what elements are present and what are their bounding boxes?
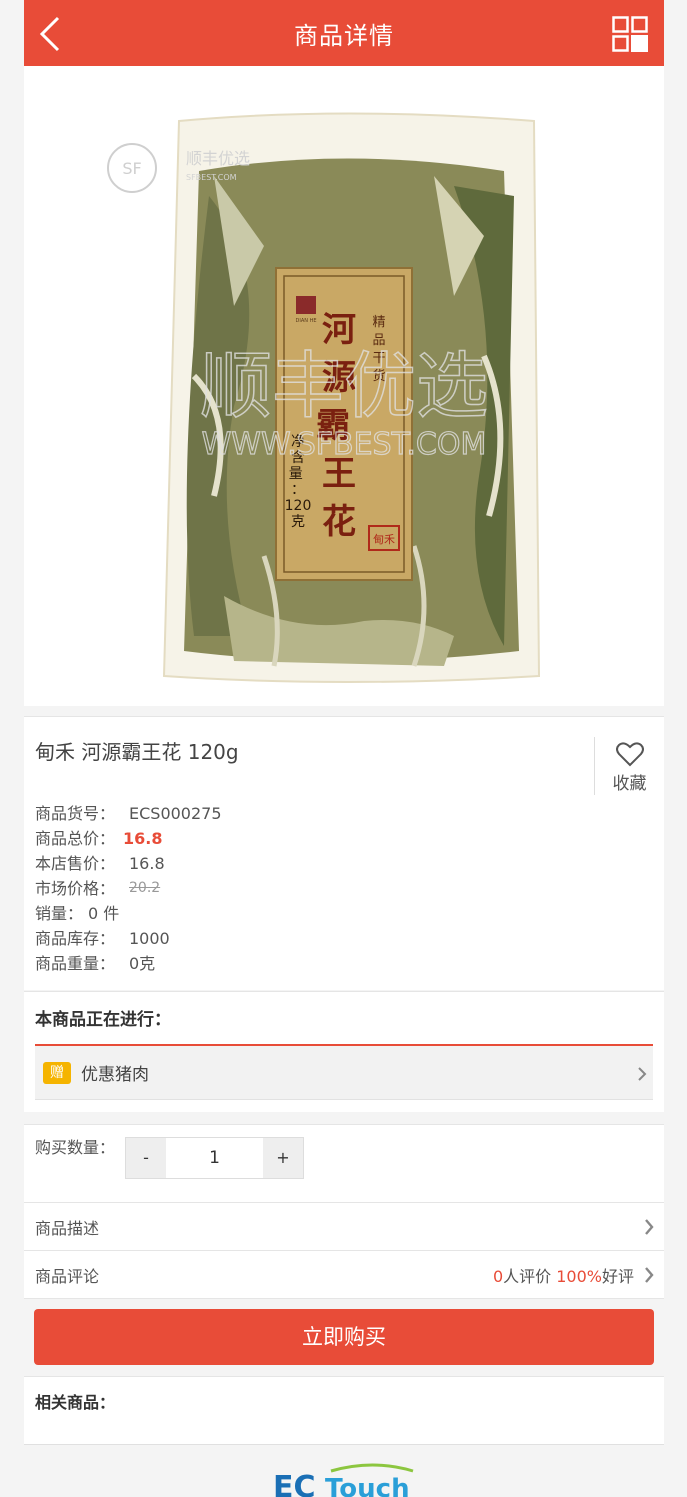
spec-label: 商品货号： <box>35 804 116 823</box>
good-rate: 100% <box>556 1266 602 1286</box>
quantity-label: 购买数量： <box>35 1138 116 1157</box>
chevron-right-icon <box>645 1267 654 1283</box>
spec-value: 16.8 <box>129 854 165 873</box>
reviews-label: 商品评论 <box>35 1266 100 1286</box>
increase-button[interactable]: + <box>263 1138 303 1178</box>
description-label: 商品描述 <box>35 1218 100 1238</box>
spec-label: 销量： <box>35 904 84 923</box>
quantity-stepper[interactable]: - 1 + <box>125 1137 304 1179</box>
spec-label: 商品重量： <box>35 954 116 973</box>
chevron-right-icon <box>645 1219 654 1235</box>
heart-icon <box>615 742 644 767</box>
related-products: 相关商品： <box>24 1376 664 1444</box>
svg-text:甸禾: 甸禾 <box>373 533 395 546</box>
promotion-item[interactable]: 赠 优惠猪肉 <box>35 1046 653 1100</box>
spec-row-total-price: 商品总价： 16.8 <box>35 826 653 851</box>
spec-label: 商品库存： <box>35 929 116 948</box>
review-summary: 0人评价 100%好评 <box>493 1263 634 1287</box>
spec-label: 商品总价： <box>35 829 116 848</box>
svg-text:SFBEST.COM: SFBEST.COM <box>186 173 237 182</box>
product-name: 甸禾 河源霸王花 120g <box>35 740 239 764</box>
spec-value: 0克 <box>129 954 156 973</box>
related-title: 相关商品： <box>35 1393 116 1412</box>
spec-row-sales: 销量： 0 件 <box>35 901 653 926</box>
spec-row-stock: 商品库存： 1000 <box>35 926 653 951</box>
spec-label: 本店售价： <box>35 854 116 873</box>
market-price: 20.2 <box>129 880 161 896</box>
review-count: 0 <box>492 1266 504 1286</box>
good-rate-suffix: 好评 <box>601 1266 634 1286</box>
promotion-section: 本商品正在进行： 赠 优惠猪肉 <box>24 991 664 1112</box>
header-bar: 商品详情 <box>24 0 664 66</box>
description-row[interactable]: 商品描述 <box>24 1202 664 1250</box>
page-title: 商品详情 <box>294 21 394 50</box>
svg-text:顺丰优选: 顺丰优选 <box>186 149 250 168</box>
chevron-left-icon <box>39 16 60 52</box>
product-info: 甸禾 河源霸王花 120g 收藏 商品货号： ECS000275 商品总价： 1… <box>24 716 664 990</box>
total-price: 16.8 <box>123 829 163 848</box>
ectouch-logo: EC Touch <box>273 1463 414 1497</box>
spec-row-sku: 商品货号： ECS000275 <box>35 801 653 826</box>
spec-label: 市场价格： <box>35 879 116 898</box>
product-detail-page: 商品详情 DIAN HE 河源霸 王花 精品干货 净含量 ： 120 克 甸禾 … <box>24 0 664 1497</box>
chevron-right-icon <box>638 1067 647 1081</box>
spec-row-weight: 商品重量： 0克 <box>35 951 653 976</box>
spec-value: ECS000275 <box>129 804 222 823</box>
spec-row-shop-price: 本店售价： 16.8 <box>35 851 653 876</box>
review-count-suffix: 人评价 <box>503 1266 552 1286</box>
product-image-gallery[interactable]: DIAN HE 河源霸 王花 精品干货 净含量 ： 120 克 甸禾 SF 顺丰优选… <box>24 66 664 749</box>
svg-text:WWW.SFBEST.COM: WWW.SFBEST.COM <box>202 427 487 462</box>
menu-button[interactable] <box>612 16 648 52</box>
svg-text:SF: SF <box>122 159 141 178</box>
promotion-item-label: 优惠猪肉 <box>81 1065 149 1085</box>
quantity-section: 购买数量： - 1 + <box>24 1124 664 1202</box>
buy-section: 立即购买 <box>24 1298 664 1376</box>
buy-now-button[interactable]: 立即购买 <box>34 1309 654 1365</box>
logo-ec: EC <box>273 1470 316 1497</box>
spec-row-market-price: 市场价格： 20.2 <box>35 876 653 901</box>
gift-badge: 赠 <box>43 1061 71 1084</box>
product-specs: 商品货号： ECS000275 商品总价： 16.8 本店售价： 16.8 市场… <box>35 801 653 976</box>
spec-value: 1000 <box>129 929 170 948</box>
back-button[interactable] <box>36 14 66 54</box>
svg-text:顺丰优选: 顺丰优选 <box>200 344 488 428</box>
decrease-button[interactable]: - <box>126 1138 166 1178</box>
product-image: DIAN HE 河源霸 王花 精品干货 净含量 ： 120 克 甸禾 SF 顺丰优选… <box>34 76 654 696</box>
promotion-title: 本商品正在进行： <box>35 992 653 1046</box>
reviews-row[interactable]: 商品评论 0人评价 100%好评 <box>24 1250 664 1298</box>
footer: EC Touch <box>24 1444 664 1497</box>
spec-value: 0 件 <box>88 904 120 923</box>
grid-menu-icon <box>612 16 648 52</box>
favorite-button[interactable]: 收藏 <box>594 737 664 795</box>
svg-text:DIAN HE: DIAN HE <box>296 318 317 324</box>
favorite-label: 收藏 <box>612 774 647 794</box>
quantity-input[interactable]: 1 <box>166 1138 263 1178</box>
logo-touch: Touch <box>325 1474 410 1497</box>
